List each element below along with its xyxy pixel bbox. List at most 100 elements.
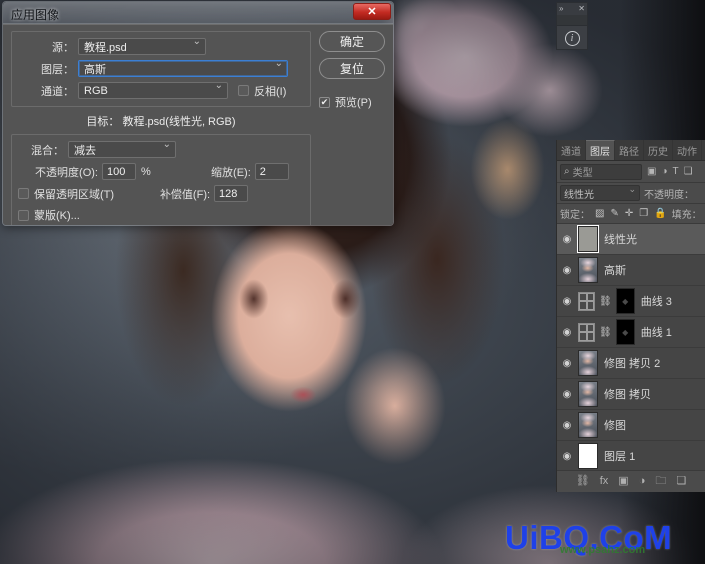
brush-lock-icon[interactable]: ✎ [610,208,618,219]
target-value: 教程.psd(线性光, RGB) [122,116,236,128]
tab-paths[interactable]: 路径 [615,140,644,160]
eye-icon[interactable]: ◉ [560,234,574,245]
opacity-unit: % [141,165,151,178]
opacity-scale-row: 不透明度(O): 100 % 缩放(E): 2 [18,163,304,180]
preserve-transparency-checkbox[interactable] [18,188,29,199]
apply-image-dialog: 应用图像 ✕ 确定 复位 ✔ 预览(P) 源： 教程.psd 图层： 高斯 [2,1,394,226]
preview-label: 预览(P) [335,97,372,109]
dialog-titlebar[interactable]: 应用图像 ✕ [3,2,393,24]
layer-mask-thumbnail[interactable]: ◆ [615,319,635,345]
layer-thumbnail[interactable] [578,350,598,376]
channel-label: 通道： [41,85,74,98]
info-icon[interactable]: i [564,30,580,46]
preserve-transparency-label: 保留透明区域(T) [34,188,115,201]
invert-label: 反相(I) [254,85,287,98]
layer-name: 修图 [604,420,626,432]
eye-icon[interactable]: ◉ [560,296,574,307]
transparency-lock-icon[interactable]: ▨ [595,208,604,219]
preview-checkbox[interactable]: ✔ [319,96,330,108]
lock-icon-group: ▨ ✎ ✛ ❐ 🔒 [595,208,667,219]
eye-icon[interactable]: ◉ [560,451,574,462]
table-row[interactable]: ◉ 线性光 [557,224,705,255]
close-button[interactable]: ✕ [353,3,391,20]
eye-icon[interactable]: ◉ [560,358,574,369]
link-layers-icon[interactable]: ⛓ [576,476,590,487]
layer-name: 曲线 3 [640,296,672,308]
layer-thumbnail[interactable] [578,443,598,469]
blend-select[interactable]: 减去 [68,139,176,158]
table-row[interactable]: ◉ 图层 1 [557,441,705,470]
layer-filter-select[interactable]: ⌕ 类型 [560,163,642,180]
layers-panel-toolbar: ⛓ fx ▣ ◑ 🗀 ❏ [557,470,705,492]
scale-input[interactable]: 2 [254,163,289,180]
layers-panel: 通道 图层 路径 历史 动作 字符 段落 库 ⌕ 类型 ▣ ◑ T ❏ 线性光 … [556,140,705,492]
ok-button[interactable]: 确定 [319,31,385,52]
blend-row: 混合： 减去 [18,139,304,158]
offset-input[interactable]: 128 [214,185,249,202]
layer-thumbnail[interactable] [578,226,598,252]
new-group-icon[interactable]: 🗀 [655,476,666,487]
collapse-panel-icon[interactable]: » [559,5,563,13]
link-icon[interactable]: ⛓ [599,327,612,338]
mask-checkbox[interactable] [18,209,29,221]
opacity-input[interactable]: 100 [102,163,136,180]
lock-row: 锁定： ▨ ✎ ✛ ❐ 🔒 填充： [557,204,705,224]
info-panel-tabrow[interactable] [557,15,587,26]
source-select[interactable]: 教程.psd [78,36,206,55]
preserve-offset-row: 保留透明区域(T) 补偿值(F): 128 [18,185,304,202]
scale-label: 缩放(E): [211,166,251,179]
add-mask-icon[interactable]: ▣ [618,476,628,487]
channel-row: 通道： RGB 反相(I) [18,80,304,99]
layer-name: 线性光 [604,234,637,246]
layer-thumbnail[interactable] [578,381,598,407]
tab-layers[interactable]: 图层 [586,140,615,160]
layer-name: 图层 1 [604,451,636,463]
tab-history[interactable]: 历史 [644,140,673,160]
mask-label: 蒙版(K)... [34,210,80,222]
tab-actions[interactable]: 动作 [673,140,702,160]
layer-select[interactable]: 高斯 [78,58,288,77]
table-row[interactable]: ◉ 修图 拷贝 [557,379,705,410]
blend-mode-select[interactable]: 线性光 [560,184,640,201]
image-filter-icon[interactable]: ▣ [647,166,656,177]
table-row[interactable]: ◉ 修图 [557,410,705,441]
table-row[interactable]: ◉ 修图 拷贝 2 [557,348,705,379]
tab-channels[interactable]: 通道 [557,140,586,160]
adjustment-thumbnail[interactable] [578,322,595,342]
channel-select[interactable]: RGB [78,80,228,99]
shape-filter-icon[interactable]: ❏ [684,166,693,177]
type-filter-icon[interactable]: T [673,166,679,177]
layer-filter-value: 类型 [572,168,593,179]
artboard-lock-icon[interactable]: ❐ [639,208,648,219]
new-adjustment-icon[interactable]: ◑ [639,476,646,487]
mask-row: 蒙版(K)... [18,207,304,223]
table-row[interactable]: ◉ ⛓ ◆ 曲线 3 [557,286,705,317]
layer-filter-row: ⌕ 类型 ▣ ◑ T ❏ [557,161,705,183]
info-panel[interactable]: » ✕ i [556,2,588,50]
layer-thumbnail[interactable] [578,412,598,438]
close-icon[interactable]: ✕ [578,5,585,13]
move-lock-icon[interactable]: ✛ [625,208,633,219]
blend-label: 混合： [31,144,64,157]
new-layer-icon[interactable]: ❏ [676,476,686,487]
eye-icon[interactable]: ◉ [560,265,574,276]
adjustment-thumbnail[interactable] [578,291,595,311]
eye-icon[interactable]: ◉ [560,420,574,431]
all-lock-icon[interactable]: 🔒 [654,208,666,219]
adjustment-filter-icon[interactable]: ◑ [661,166,667,177]
preview-row: ✔ 预览(P) [319,94,385,110]
invert-checkbox[interactable] [238,85,249,96]
dialog-button-column: 确定 复位 ✔ 预览(P) [319,31,385,110]
reset-button[interactable]: 复位 [319,58,385,79]
layer-thumbnail[interactable] [578,257,598,283]
eye-icon[interactable]: ◉ [560,327,574,338]
table-row[interactable]: ◉ 高斯 [557,255,705,286]
offset-label: 补偿值(F): [159,188,211,201]
layer-label: 图层： [41,63,74,76]
table-row[interactable]: ◉ ⛓ ◆ 曲线 1 [557,317,705,348]
link-icon[interactable]: ⛓ [599,296,612,307]
layer-mask-thumbnail[interactable]: ◆ [615,288,635,314]
eye-icon[interactable]: ◉ [560,389,574,400]
layer-style-icon[interactable]: fx [600,476,609,487]
layer-name: 曲线 1 [640,327,672,339]
